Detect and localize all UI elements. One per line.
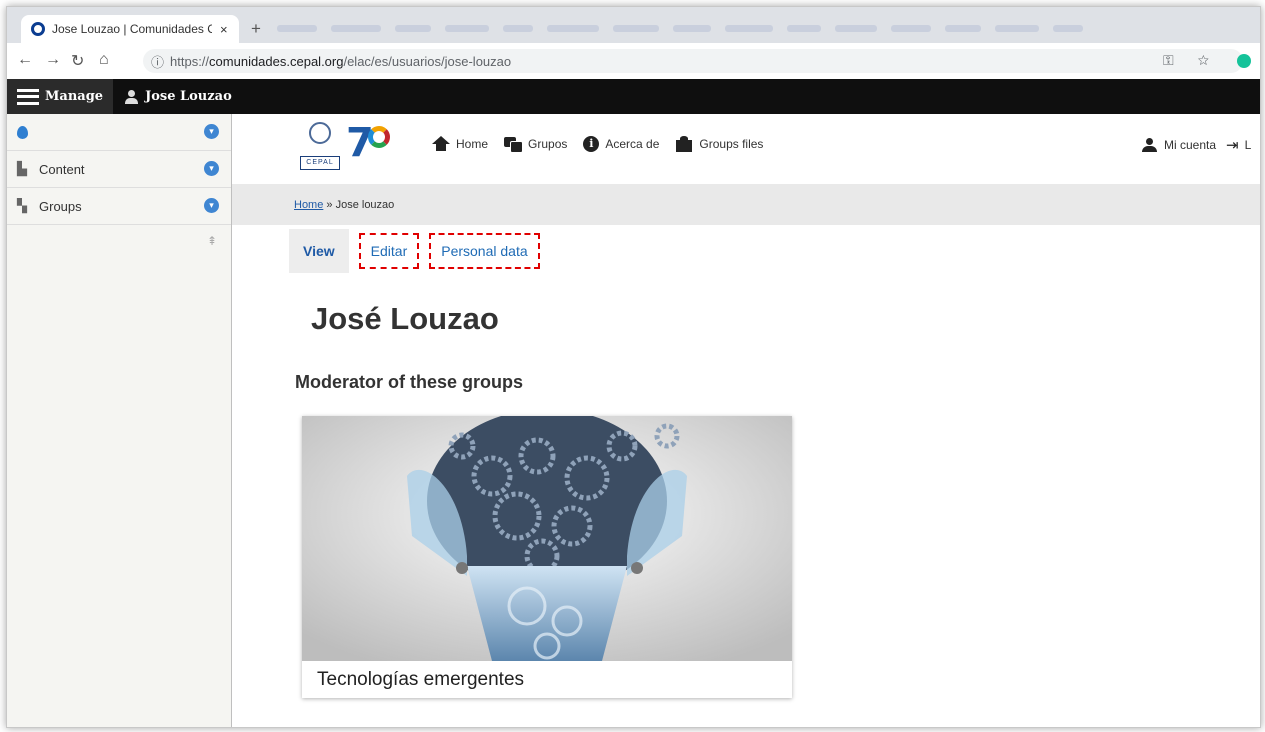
nav-item-label: Groups files — [699, 137, 764, 151]
chevron-down-icon[interactable]: ▾ — [204, 198, 219, 213]
browser-tabstrip: Jose Louzao | Comunidades Cepal × + — [7, 7, 1260, 43]
nav-item-label: Acerca de — [605, 137, 660, 151]
drupal-drop-icon — [17, 125, 28, 139]
breadcrumb: Home » Jose louzao — [232, 184, 1260, 225]
sdg-ring-icon — [368, 126, 390, 148]
logout-link[interactable]: L — [1245, 138, 1252, 152]
site-info-icon[interactable]: ⓘ — [151, 52, 164, 71]
tray-item-content[interactable]: ▙ Content ▾ — [7, 151, 231, 188]
forward-arrow-icon[interactable]: → — [45, 51, 61, 69]
pin-tray-icon[interactable]: ⇞ — [207, 234, 217, 248]
manage-button[interactable]: Manage — [7, 79, 114, 114]
breadcrumb-current: Jose louzao — [335, 198, 395, 211]
url-path: /elac/es/usuarios/jose-louzao — [343, 53, 512, 69]
home-icon — [432, 136, 450, 152]
browser-tab-title: Jose Louzao | Comunidades Cepal — [52, 22, 212, 36]
hamburger-icon — [17, 88, 39, 105]
back-arrow-icon[interactable]: ← — [17, 51, 33, 69]
my-account-link[interactable]: Mi cuenta — [1164, 138, 1216, 152]
chat-icon — [504, 136, 524, 153]
manage-label: Manage — [45, 89, 104, 104]
main-nav: Home Grupos i Acerca de Groups files — [432, 136, 779, 153]
tab-view[interactable]: View — [289, 229, 349, 273]
breadcrumb-separator: » — [323, 198, 336, 211]
tray-item-drupal[interactable]: ▾ — [7, 114, 231, 151]
browser-toolbar: ← → ↻ ⌂ ⓘ https://comunidades.cepal.org /… — [7, 43, 1260, 80]
tab-personal-data[interactable]: Personal data — [429, 233, 540, 269]
cepal-wordmark: CEPAL — [300, 156, 340, 170]
nav-item-label: Home — [456, 137, 489, 151]
nav-item-label: Grupos — [528, 137, 568, 151]
chevron-down-icon[interactable]: ▾ — [204, 161, 219, 176]
group-image[interactable] — [302, 416, 792, 661]
tray-item-label: Content — [39, 161, 85, 177]
section-title: Moderator of these groups — [295, 372, 524, 392]
key-star-icons[interactable]: ⚿ ☆ — [1163, 52, 1219, 69]
admin-user-label: Jose Louzao — [145, 89, 232, 104]
tab-label: Personal data — [441, 243, 528, 259]
url-host: comunidades.cepal.org — [209, 53, 344, 69]
admin-tray: ▾ ▙ Content ▾ ▚ Groups ▾ ⇞ — [7, 114, 232, 727]
logout-icon[interactable]: ⇥ — [1226, 136, 1239, 154]
tab-close-icon[interactable]: × — [220, 22, 228, 37]
browser-tab[interactable]: Jose Louzao | Comunidades Cepal × — [21, 15, 239, 43]
seventy-anniversary-logo: 7 — [346, 120, 406, 166]
group-card-title[interactable]: Tecnologías emergentes — [302, 661, 792, 698]
blurred-bookmarks — [277, 19, 1257, 37]
home-browser-icon[interactable]: ⌂ — [99, 51, 109, 69]
group-card[interactable]: Tecnologías emergentes — [302, 416, 792, 698]
document-icon: ▙ — [17, 161, 27, 176]
account-menu: Mi cuenta ⇥ L — [1142, 136, 1251, 154]
address-bar[interactable]: ⓘ https://comunidades.cepal.org/elac/es/… — [143, 49, 1251, 73]
un-globe-icon — [309, 122, 331, 144]
account-icon — [1142, 138, 1157, 152]
chevron-down-icon[interactable]: ▾ — [204, 124, 219, 139]
tray-item-label: Groups — [39, 198, 82, 214]
admin-user-button[interactable]: Jose Louzao — [113, 89, 232, 104]
site-logo[interactable]: CEPAL 7 — [300, 120, 390, 170]
site-favicon-icon — [31, 22, 45, 36]
url-protocol: https:// — [170, 53, 210, 69]
nav-item-grupos[interactable]: Grupos — [504, 136, 568, 153]
reader-icon — [675, 136, 693, 152]
tab-label: View — [303, 243, 335, 259]
nav-item-acerca[interactable]: i Acerca de — [583, 136, 659, 152]
groups-icon: ▚ — [17, 198, 27, 213]
nav-item-groups-files[interactable]: Groups files — [675, 136, 763, 152]
new-tab-button[interactable]: + — [251, 19, 261, 39]
extension-icon[interactable] — [1237, 54, 1251, 68]
nav-item-home[interactable]: Home — [432, 136, 488, 152]
info-icon: i — [583, 136, 600, 152]
tray-item-groups[interactable]: ▚ Groups ▾ — [7, 188, 231, 225]
reload-icon[interactable]: ↻ — [71, 51, 84, 71]
breadcrumb-home-link[interactable]: Home — [294, 199, 323, 211]
user-icon — [125, 89, 139, 104]
cepal-logo: CEPAL — [300, 120, 340, 170]
site-header: CEPAL 7 Home Grupos i Acerca de Groups f… — [232, 114, 1260, 184]
local-tabs: View Editar Personal data — [289, 229, 540, 273]
admin-toolbar: Manage Jose Louzao — [7, 79, 1260, 114]
tab-editar[interactable]: Editar — [358, 233, 420, 269]
page-title: José Louzao — [311, 301, 499, 336]
tab-label: Editar — [370, 243, 408, 259]
browser-window: Jose Louzao | Comunidades Cepal × + ← → … — [6, 6, 1261, 728]
